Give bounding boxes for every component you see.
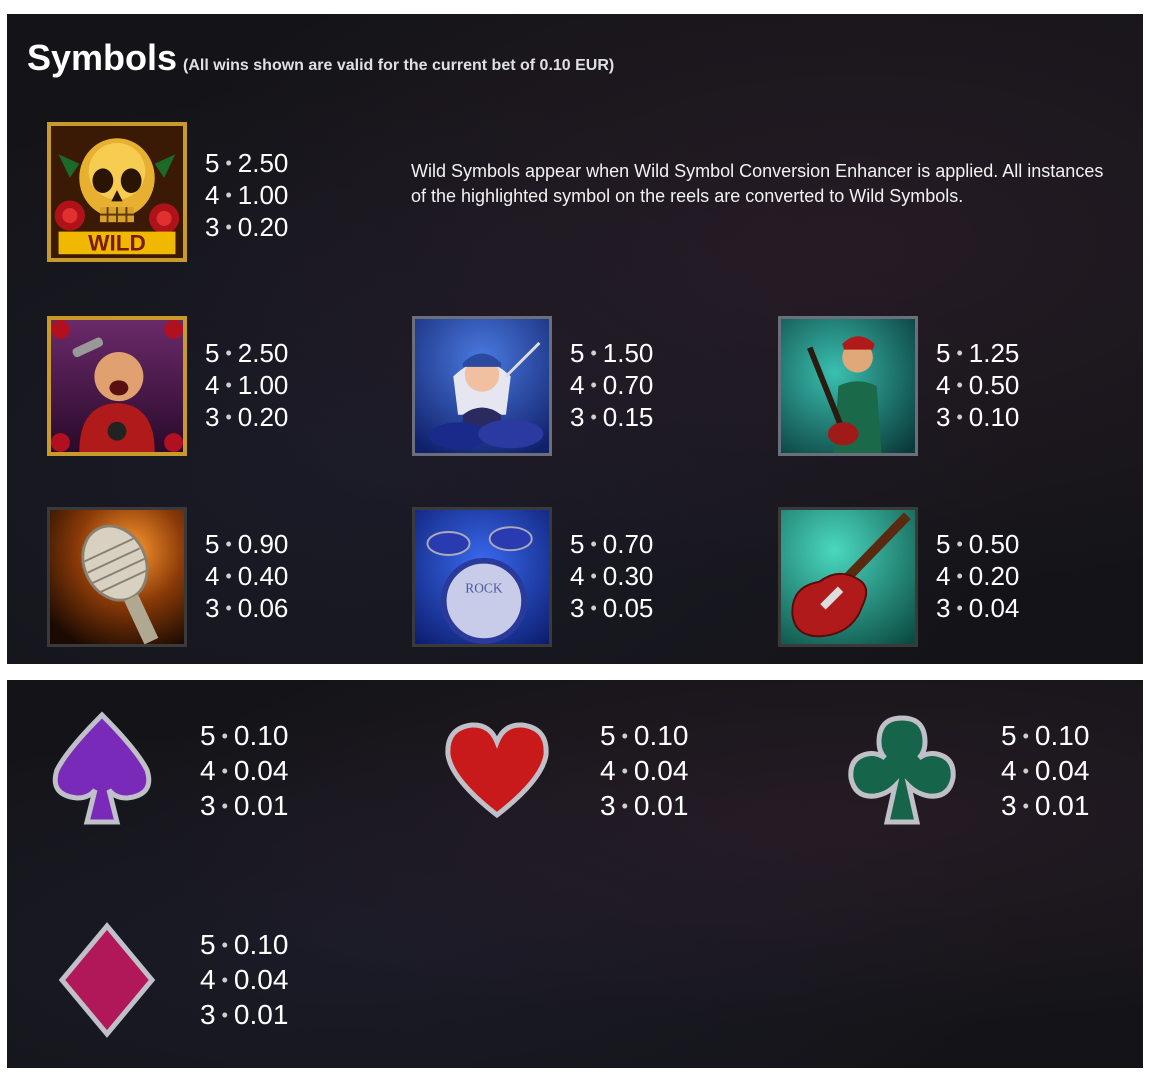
wild-skull-icon: WILD (47, 122, 187, 262)
payout-row: 5 • 2.50 (205, 338, 289, 368)
svg-text:WILD: WILD (88, 230, 146, 255)
symbols-panel: Symbols (All wins shown are valid for the… (7, 14, 1143, 664)
spade-payouts: 5 • 0.10 4 • 0.04 3 • 0.01 (200, 718, 288, 823)
payout-row: 3 • 0.20 (205, 212, 289, 242)
spade-icon (47, 710, 157, 830)
drummer-girl-icon (412, 316, 552, 456)
heart-payouts: 5 • 0.10 4 • 0.04 3 • 0.01 (600, 718, 688, 823)
payout-row: 5 • 0.50 (936, 529, 1020, 559)
singer-payouts: 5 • 2.50 4 • 1.00 3 • 0.20 (205, 337, 288, 433)
guitarist-payouts: 5 • 1.25 4 • 0.50 3 • 0.10 (936, 337, 1019, 433)
drum-label: ROCK (465, 580, 503, 595)
payout-row: 3 • 0.01 (600, 790, 689, 821)
payout-row: 5 • 0.10 (600, 720, 689, 751)
microphone-icon (47, 507, 187, 647)
payout-row: 4 • 0.04 (200, 964, 289, 995)
payout-row: 3 • 0.01 (200, 999, 289, 1030)
payout-row: 4 • 1.00 (205, 370, 289, 400)
drummer-payouts: 5 • 1.50 4 • 0.70 3 • 0.15 (570, 337, 653, 433)
drum-kit-icon: ROCK (412, 507, 552, 647)
payout-row: 5 • 1.50 (570, 338, 654, 368)
microphone-payouts: 5 • 0.90 4 • 0.40 3 • 0.06 (205, 528, 288, 624)
payout-row: 4 • 0.04 (200, 755, 289, 786)
singer-icon (47, 316, 187, 456)
heart-icon (442, 710, 552, 830)
payout-row: 3 • 0.10 (936, 402, 1020, 432)
payout-row: 3 • 0.20 (205, 402, 289, 432)
payout-row: 4 • 0.30 (570, 561, 654, 591)
payout-row: 4 • 0.40 (205, 561, 289, 591)
payout-row: 5 • 0.90 (205, 529, 289, 559)
payout-row: 3 • 0.15 (570, 402, 654, 432)
club-icon (847, 710, 957, 830)
payout-row: 3 • 0.05 (570, 593, 654, 623)
club-payouts: 5 • 0.10 4 • 0.04 3 • 0.01 (1001, 718, 1089, 823)
payout-row: 5 • 0.10 (200, 720, 289, 751)
payout-row: 3 • 0.01 (1001, 790, 1090, 821)
payout-row: 5 • 2.50 (205, 148, 289, 178)
drum-kit-payouts: 5 • 0.70 4 • 0.30 3 • 0.05 (570, 528, 653, 624)
bet-note: (All wins shown are valid for the curren… (183, 57, 615, 74)
electric-guitar-icon (778, 507, 918, 647)
payout-row: 4 • 0.70 (570, 370, 654, 400)
payout-row: 4 • 0.50 (936, 370, 1020, 400)
payout-row: 4 • 0.04 (600, 755, 689, 786)
payout-row: 5 • 1.25 (936, 338, 1020, 368)
card-suits-panel: 5 • 0.10 4 • 0.04 3 • 0.01 5 • 0.10 4 • 0.04 3 • 0.0… (7, 680, 1143, 1068)
payout-row: 5 • 0.10 (1001, 720, 1090, 751)
electric-guitar-payouts: 5 • 0.50 4 • 0.20 3 • 0.04 (936, 528, 1019, 624)
diamond-icon (52, 920, 162, 1040)
payout-row: 3 • 0.06 (205, 593, 289, 623)
payout-row: 4 • 0.04 (1001, 755, 1090, 786)
payout-row: 3 • 0.04 (936, 593, 1020, 623)
diamond-payouts: 5 • 0.10 4 • 0.04 3 • 0.01 (200, 927, 288, 1032)
wild-payouts: 5 • 2.50 4 • 1.00 3 • 0.20 (205, 147, 288, 243)
payout-row: 5 • 0.70 (570, 529, 654, 559)
payout-row: 4 • 1.00 (205, 180, 289, 210)
payout-row: 4 • 0.20 (936, 561, 1020, 591)
guitarist-icon (778, 316, 918, 456)
page-title: Symbols (All wins shown are valid for the… (27, 38, 614, 86)
payout-row: 5 • 0.10 (200, 929, 289, 960)
wild-description: Wild Symbols appear when Wild Symbol Con… (411, 161, 1104, 206)
payout-row: 3 • 0.01 (200, 790, 289, 821)
title-text: Symbols (27, 37, 178, 78)
